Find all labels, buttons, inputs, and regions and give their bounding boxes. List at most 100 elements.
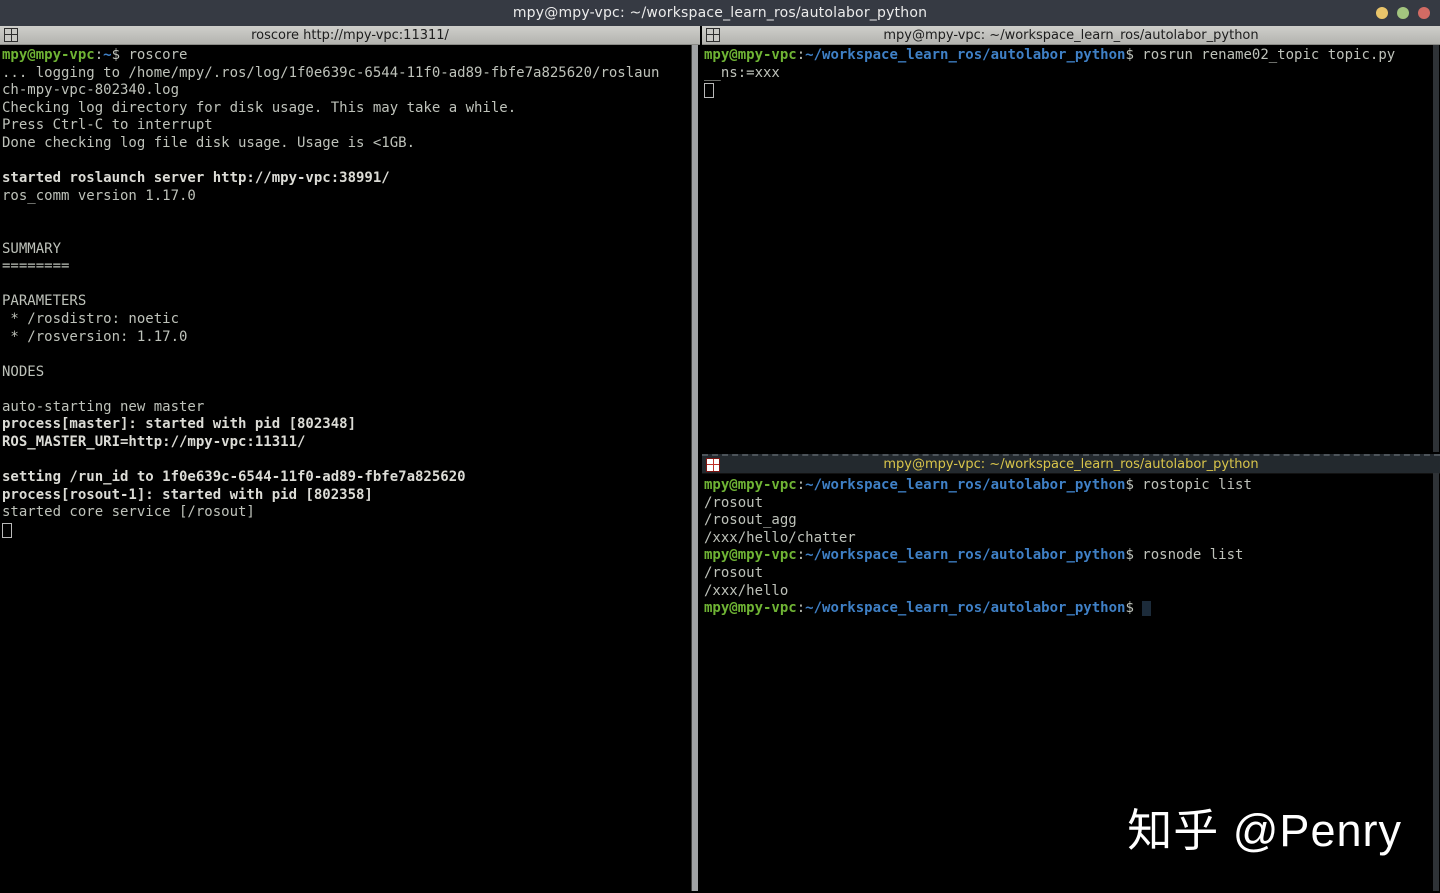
terminal-text: ROS_MASTER_URI=http://mpy-vpc:11311/ [2,434,306,451]
terminal-text: process[master]: started with pid [80234… [2,416,357,433]
terminal-text: $ roscore [111,47,188,63]
terminal-text: Press Ctrl-C to interrupt [2,117,213,134]
terminal-line: started roslaunch server http://mpy-vpc:… [2,170,691,188]
terminal-line: mpy@mpy-vpc:~/workspace_learn_ros/autola… [704,477,1431,495]
terminal-line: * /rosdistro: noetic [2,311,691,329]
terminal-cursor [704,83,714,99]
terminal-line: Press Ctrl-C to interrupt [2,117,691,135]
terminal-line: /rosout [704,565,1431,583]
terminal-line: process[master]: started with pid [80234… [2,416,691,434]
terminal-text: /rosout_agg [704,512,797,529]
terminal-line: mpy@mpy-vpc:~/workspace_learn_ros/autola… [704,547,1431,565]
terminal-text: : [796,600,806,617]
terminal-cursor [1142,601,1152,617]
terminal-text: mpy@mpy-vpc [2,47,95,63]
terminal-line: process[rosout-1]: started with pid [802… [2,487,691,505]
terminal-rosrun[interactable]: mpy@mpy-vpc:~/workspace_learn_ros/autola… [704,45,1431,454]
terminal-text: mpy@mpy-vpc [704,600,797,617]
terminal-line: ch-mpy-vpc-802340.log [2,82,691,100]
terminal-text: : [796,47,806,63]
terminal-text: * /rosdistro: noetic [2,310,180,327]
terminal-group-icon[interactable] [706,28,720,42]
terminal-text: Checking log directory for disk usage. T… [2,99,517,116]
pane-titlebar-roscore[interactable]: roscore http://mpy-vpc:11311/ [0,26,700,45]
terminal-line: setting /run_id to 1f0e639c-6544-11f0-ad… [2,469,691,487]
terminal-line: * /rosversion: 1.17.0 [2,329,691,347]
terminal-group-icon[interactable] [706,457,720,472]
terminal-text: ch-mpy-vpc-802340.log [2,82,180,99]
terminal-line: ROS_MASTER_URI=http://mpy-vpc:11311/ [2,434,691,452]
terminal-line: started core service [/rosout] [2,504,691,522]
terminal-text: ... logging to /home/mpy/.ros/log/1f0e63… [2,64,660,81]
terminal-text: ~/workspace_learn_ros/autolabor_python [805,47,1126,63]
scrollbar[interactable] [1433,45,1439,452]
terminal-text: started roslaunch server http://mpy-vpc:… [2,170,390,187]
terminal-text: started core service [/rosout] [2,504,255,521]
terminal-text: ======== [2,258,70,275]
minimize-button[interactable] [1376,7,1388,19]
pane-titlebar-rostopic[interactable]: mpy@mpy-vpc: ~/workspace_learn_ros/autol… [702,454,1440,474]
terminal-line: auto-starting new master [2,399,691,417]
terminal-group-icon[interactable] [4,28,18,42]
terminal-text: mpy@mpy-vpc [704,477,797,493]
terminal-line: /rosout [704,495,1431,513]
terminal-text: /xxx/hello [704,582,789,599]
maximize-button[interactable] [1397,7,1409,19]
terminal-text: auto-starting new master [2,398,205,415]
terminal-text: * /rosversion: 1.17.0 [2,328,188,345]
terminal-line: ... logging to /home/mpy/.ros/log/1f0e63… [2,65,691,83]
pane-title: mpy@mpy-vpc: ~/workspace_learn_ros/autol… [883,457,1259,472]
terminal-text: : [796,547,806,564]
terminal-text: NODES [2,363,45,380]
terminal-text: ~/workspace_learn_ros/autolabor_python [805,600,1126,617]
terminal-text: ros_comm version 1.17.0 [2,187,196,204]
terminal-text: process[rosout-1]: started with pid [802… [2,486,373,503]
terminal-line: ======== [2,258,691,276]
terminal-text: mpy@mpy-vpc [704,47,797,63]
terminal-text: ~/workspace_learn_ros/autolabor_python [805,547,1126,564]
terminal-line: Checking log directory for disk usage. T… [2,100,691,118]
terminal-text: : [94,47,104,63]
terminal-line: mpy@mpy-vpc:~$ roscore [2,47,691,65]
scrollbar[interactable] [691,45,698,891]
terminal-text: SUMMARY [2,240,62,257]
terminal-line: /xxx/hello [704,583,1431,601]
window-title: mpy@mpy-vpc: ~/workspace_learn_ros/autol… [512,5,928,21]
terminal-text: /rosout [704,564,764,581]
terminal-line: mpy@mpy-vpc:~/workspace_learn_ros/autola… [704,47,1431,65]
terminal-roscore[interactable]: mpy@mpy-vpc:~$ roscore... logging to /ho… [2,45,691,893]
terminal-text: $ rostopic list [1125,477,1252,493]
close-button[interactable] [1418,7,1430,19]
scrollbar[interactable] [1433,473,1439,891]
terminal-text: : [796,477,806,493]
terminal-line: NODES [2,364,691,382]
window-titlebar[interactable]: mpy@mpy-vpc: ~/workspace_learn_ros/autol… [0,0,1440,26]
pane-roscore: roscore http://mpy-vpc:11311/ mpy@mpy-vp… [0,26,700,893]
pane-title: roscore http://mpy-vpc:11311/ [251,27,449,43]
terminal-line: __ns:=xxx [704,65,1431,83]
pane-titlebar-rosrun[interactable]: mpy@mpy-vpc: ~/workspace_learn_ros/autol… [702,26,1440,45]
terminal-line: mpy@mpy-vpc:~/workspace_learn_ros/autola… [704,600,1431,618]
terminal-text: ~ [103,47,112,63]
terminal-text: $ rosrun rename02_topic topic.py [1125,47,1396,63]
watermark: 知乎 @Penry [1127,805,1402,856]
terminal-text: mpy@mpy-vpc [704,547,797,564]
terminal-cursor [2,523,12,539]
pane-rosrun: mpy@mpy-vpc: ~/workspace_learn_ros/autol… [702,26,1440,454]
terminal-text: PARAMETERS [2,293,87,310]
terminal-line: ros_comm version 1.17.0 [2,188,691,206]
terminal-text: Done checking log file disk usage. Usage… [2,134,416,151]
terminal-text: __ns:=xxx [704,64,780,81]
terminal-line [2,522,691,540]
terminal-line: PARAMETERS [2,293,691,311]
terminal-line: SUMMARY [2,241,691,259]
terminal-line: /xxx/hello/chatter [704,530,1431,548]
window-controls [1376,0,1430,26]
terminal-text: $ [1125,600,1143,617]
terminal-line [704,82,1431,100]
